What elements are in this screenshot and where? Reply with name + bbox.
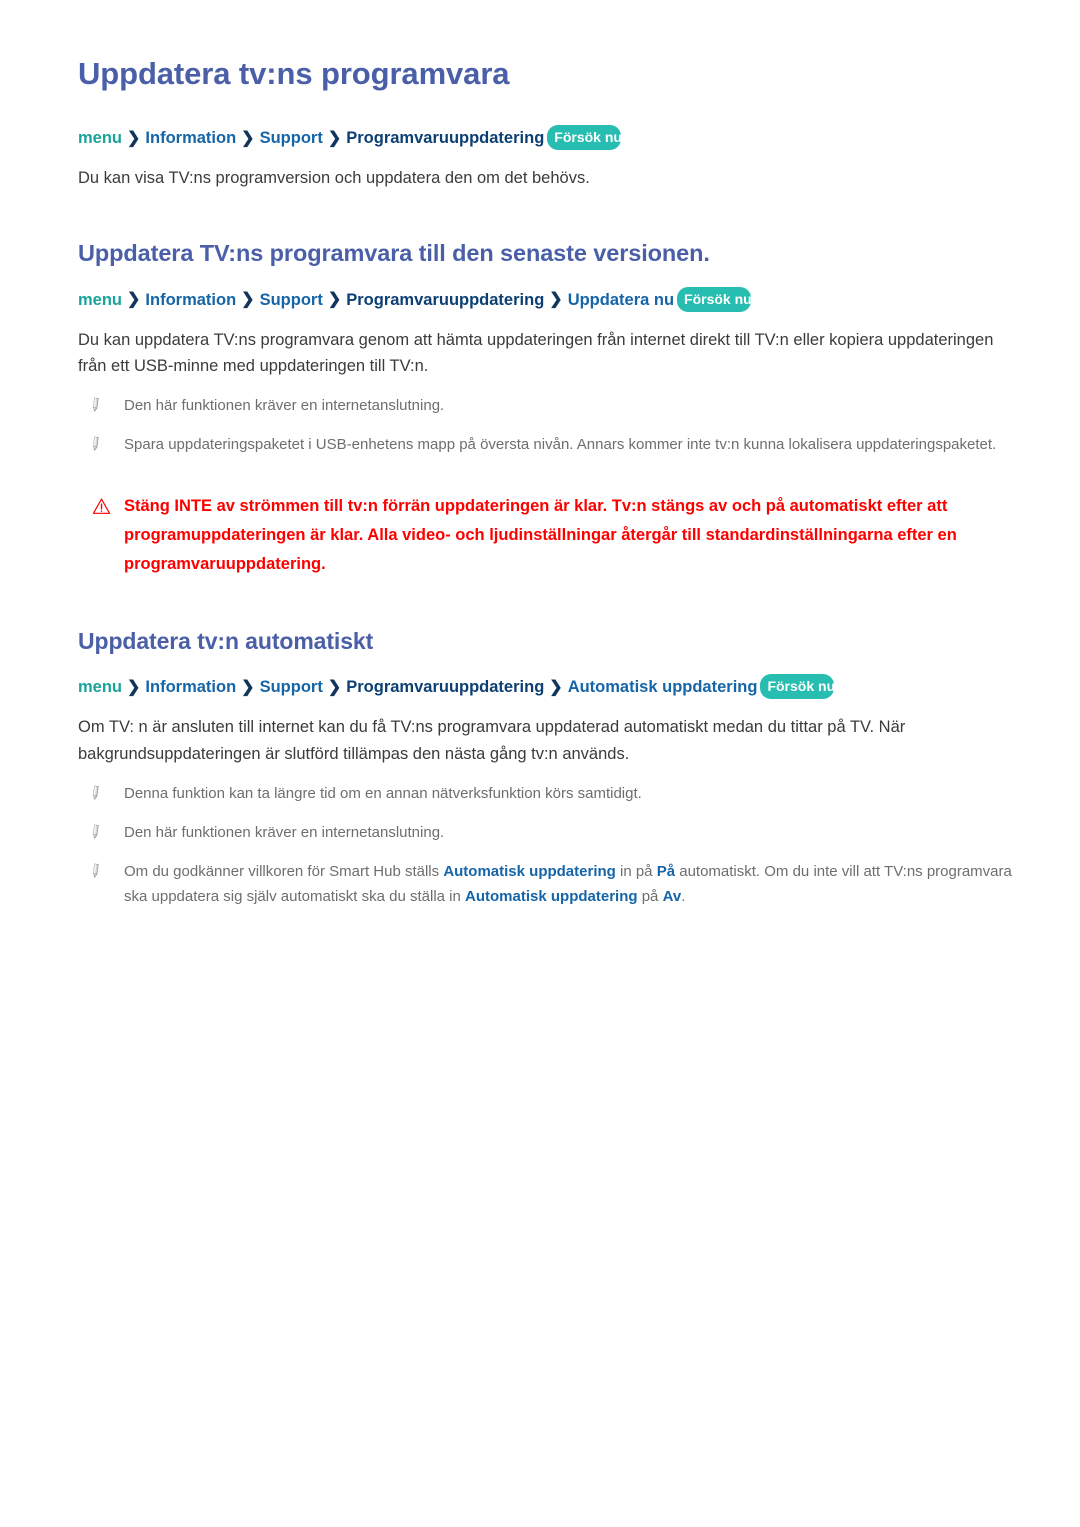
breadcrumb-item-programvaruuppdatering[interactable]: Programvaruuppdatering xyxy=(346,129,544,147)
breadcrumb-item-information[interactable]: Information xyxy=(145,678,236,696)
note-item: Den här funktionen kräver en internetans… xyxy=(78,394,1020,419)
document-page: Uppdatera tv:ns programvara menu ❯ Informa… xyxy=(0,0,1080,1527)
chevron-right-icon: ❯ xyxy=(127,129,141,147)
setting-automatisk-uppdatering: Automatisk uppdatering xyxy=(443,862,616,880)
note-text: Denna funktion kan ta längre tid om en a… xyxy=(124,784,642,802)
breadcrumb-item-menu[interactable]: menu xyxy=(78,678,122,696)
note-text-part-2: in på xyxy=(615,862,657,880)
chevron-right-icon: ❯ xyxy=(241,679,255,697)
caution-block: Stäng INTE av strömmen till tv:n förrän … xyxy=(78,492,1020,580)
breadcrumb-section-2: menu ❯ Information ❯ Support ❯ Programvaruuppd… xyxy=(78,286,1020,313)
note-text: Spara uppdateringspaketet i USB-enhetens… xyxy=(124,435,997,453)
note-item: Den här funktionen kräver en internetans… xyxy=(78,821,1020,846)
setting-automatisk-uppdatering: Automatisk uppdatering xyxy=(465,887,638,905)
setting-value-pa: På xyxy=(656,862,676,880)
breadcrumb-item-information[interactable]: Information xyxy=(145,290,236,308)
chevron-right-icon: ❯ xyxy=(127,679,141,697)
try-now-badge[interactable]: Försök nu xyxy=(547,124,622,150)
pencil-icon xyxy=(92,824,99,839)
note-text-part-1: Om du godkänner villkoren för Smart Hub … xyxy=(124,862,444,880)
chevron-right-icon: ❯ xyxy=(327,129,342,147)
chevron-right-icon: ❯ xyxy=(549,291,563,309)
note-item-rich: Om du godkänner villkoren för Smart Hub … xyxy=(78,860,1020,910)
breadcrumb-item-information[interactable]: Information xyxy=(145,129,236,147)
note-text-part-4: på xyxy=(637,887,663,905)
caution-text: Stäng INTE av strömmen till tv:n förrän … xyxy=(124,496,957,574)
pencil-icon xyxy=(92,436,99,451)
chevron-right-icon: ❯ xyxy=(241,291,255,309)
pencil-icon xyxy=(92,785,99,800)
breadcrumb-item-programvaruuppdatering[interactable]: Programvaruuppdatering xyxy=(346,290,544,308)
section-3-paragraph: Om TV: n är ansluten till internet kan d… xyxy=(78,718,906,764)
note-text: Den här funktionen kräver en internetans… xyxy=(124,396,445,414)
breadcrumb-item-uppdatera-nu[interactable]: Uppdatera nu xyxy=(568,290,674,308)
page-title: Uppdatera tv:ns programvara xyxy=(78,56,510,91)
note-item: Denna funktion kan ta längre tid om en a… xyxy=(78,782,1020,807)
pencil-icon xyxy=(92,863,99,878)
note-text: Den här funktionen kräver en internetans… xyxy=(124,823,445,841)
chevron-right-icon: ❯ xyxy=(549,679,563,697)
breadcrumb-item-support[interactable]: Support xyxy=(260,129,323,147)
try-now-badge[interactable]: Försök nu xyxy=(760,674,835,700)
note-text-part-5: . xyxy=(681,887,686,905)
section-1-paragraph: Du kan visa TV:ns programversion och upp… xyxy=(78,168,590,187)
chevron-right-icon: ❯ xyxy=(241,129,255,147)
breadcrumb-item-support[interactable]: Support xyxy=(260,678,323,696)
chevron-right-icon: ❯ xyxy=(127,291,141,309)
section-2-heading: Uppdatera TV:ns programvara till den sen… xyxy=(78,240,710,267)
breadcrumb-item-support[interactable]: Support xyxy=(260,290,323,308)
breadcrumb-section-3: menu ❯ Information ❯ Support ❯ Programvaruuppd… xyxy=(78,674,1020,700)
breadcrumb-item-automatisk-uppdatering[interactable]: Automatisk uppdatering xyxy=(568,678,758,696)
warning-triangle-icon xyxy=(92,498,111,514)
note-item: Spara uppdateringspaketet i USB-enhetens… xyxy=(78,433,1020,458)
section-2-paragraph: Du kan uppdatera TV:ns programvara genom… xyxy=(78,330,994,376)
section-3-heading: Uppdatera tv:n automatiskt xyxy=(78,627,374,654)
breadcrumb-item-programvaruuppdatering[interactable]: Programvaruuppdatering xyxy=(346,678,544,696)
chevron-right-icon: ❯ xyxy=(327,291,342,309)
pencil-icon xyxy=(92,397,99,413)
chevron-right-icon: ❯ xyxy=(327,679,342,697)
setting-value-av: Av xyxy=(662,887,682,905)
try-now-badge[interactable]: Försök nu xyxy=(677,286,752,312)
breadcrumb-item-menu[interactable]: menu xyxy=(78,290,122,308)
breadcrumb-section-1: menu ❯ Information ❯ Support ❯ Programvaruuppd… xyxy=(78,124,1020,151)
breadcrumb-item-menu[interactable]: menu xyxy=(78,129,122,147)
